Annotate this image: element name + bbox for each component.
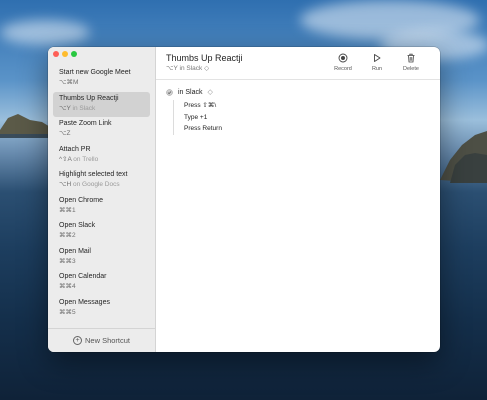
shortcut-keys: ⌘⌘4: [59, 283, 76, 290]
shortcut-detail: Thumbs Up Reactji ⌥Y in Slack ◇ Record R…: [156, 47, 440, 352]
shortcut-item-start-new-google-meet[interactable]: Start new Google Meet ⌥⌘M: [53, 66, 150, 92]
new-shortcut-button[interactable]: + New Shortcut: [48, 328, 155, 352]
shortcut-keys: ^⇧A on Trello: [59, 155, 99, 163]
shortcut-name: Paste Zoom Link: [59, 120, 112, 127]
shortcut-item-open-slack[interactable]: Open Slack ⌘⌘2: [53, 219, 150, 245]
shortcut-keys: ⌥Y in Slack: [59, 104, 96, 112]
steps-editor: in Slack ◇ Press ⇧⌘\ Type +1 Press Retur…: [166, 87, 430, 135]
run-button[interactable]: Run: [366, 53, 388, 72]
shortcut-app: in Slack: [72, 104, 96, 112]
app-scope-icon: [166, 88, 173, 96]
toolbar: Record Run Delete: [332, 53, 422, 72]
shortcut-keys: ⌥Z: [59, 130, 71, 137]
app-scope-selector[interactable]: in Slack ◇: [166, 87, 430, 97]
shortcut-item-open-calendar[interactable]: Open Calendar ⌘⌘4: [53, 270, 150, 296]
shortcut-item-open-mail[interactable]: Open Mail ⌘⌘3: [53, 245, 150, 271]
app-scope-label: in Slack: [178, 88, 203, 96]
shortcut-name: Open Slack: [59, 222, 96, 229]
shortcut-title[interactable]: Thumbs Up Reactji: [166, 53, 243, 63]
zoom-button[interactable]: [71, 51, 77, 57]
shortcut-app: on Google Docs: [73, 181, 120, 188]
shortcut-keys: ⌘⌘1: [59, 206, 76, 214]
shortcut-keys: ⌥⌘M: [59, 79, 79, 86]
shortcut-keys: ⌘⌘2: [59, 232, 76, 239]
action-list: Press ⇧⌘\ Type +1 Press Return: [173, 100, 430, 135]
record-label: Record: [334, 66, 352, 72]
minimize-button[interactable]: [62, 51, 68, 57]
action-step[interactable]: Press Return: [184, 123, 430, 135]
shortcut-subtitle[interactable]: ⌥Y in Slack ◇: [166, 64, 209, 72]
shortcut-item-highlight-selected-text[interactable]: Highlight selected text ⌥H on Google Doc…: [53, 168, 150, 194]
run-label: Run: [371, 66, 383, 72]
window-controls: [53, 51, 77, 57]
shortcut-app: on Trello: [73, 155, 99, 163]
shortcut-item-paste-zoom-link[interactable]: Paste Zoom Link ⌥Z: [53, 117, 150, 143]
plus-circle-icon: +: [72, 336, 82, 345]
chevron-updown-icon: ◇: [207, 88, 213, 96]
shortcut-name: Thumbs Up Reactji: [59, 94, 119, 102]
shortcut-name: Open Chrome: [59, 196, 103, 204]
close-button[interactable]: [53, 51, 59, 57]
shortcut-list: Start new Google Meet ⌥⌘M Thumbs Up Reac…: [53, 66, 150, 321]
new-shortcut-label: New Shortcut: [84, 336, 131, 345]
shortcut-keys: ⌥H on Google Docs: [59, 181, 120, 188]
shortcut-item-open-chrome[interactable]: Open Chrome ⌘⌘1: [53, 194, 150, 220]
delete-label: Delete: [403, 66, 419, 72]
action-step[interactable]: Type +1: [184, 112, 430, 124]
sidebar: Start new Google Meet ⌥⌘M Thumbs Up Reac…: [48, 47, 156, 352]
shortcut-name: Open Calendar: [59, 273, 107, 280]
shortcut-item-attach-pr[interactable]: Attach PR ^⇧A on Trello: [53, 143, 150, 169]
trash-icon: [406, 53, 416, 63]
shortcut-name: Open Messages: [59, 298, 110, 306]
shortcut-keys: ⌘⌘5: [59, 308, 76, 316]
shortcut-item-open-messages[interactable]: Open Messages ⌘⌘5: [53, 296, 150, 322]
play-icon: [372, 53, 382, 63]
shortcut-name: Open Mail: [59, 247, 91, 255]
shortcut-item-thumbs-up-reactji[interactable]: Thumbs Up Reactji ⌥Y in Slack: [53, 91, 150, 117]
detail-header: Thumbs Up Reactji ⌥Y in Slack ◇ Record R…: [156, 47, 440, 80]
action-step[interactable]: Press ⇧⌘\: [184, 100, 430, 112]
record-button[interactable]: Record: [332, 53, 354, 72]
record-icon: [338, 53, 348, 63]
shortcut-name: Attach PR: [59, 145, 91, 153]
delete-button[interactable]: Delete: [400, 53, 422, 72]
shortcut-name: Start new Google Meet: [59, 69, 131, 76]
shortcut-keys: ⌘⌘3: [59, 257, 76, 265]
app-window: Start new Google Meet ⌥⌘M Thumbs Up Reac…: [48, 47, 440, 352]
shortcut-name: Highlight selected text: [59, 171, 128, 178]
